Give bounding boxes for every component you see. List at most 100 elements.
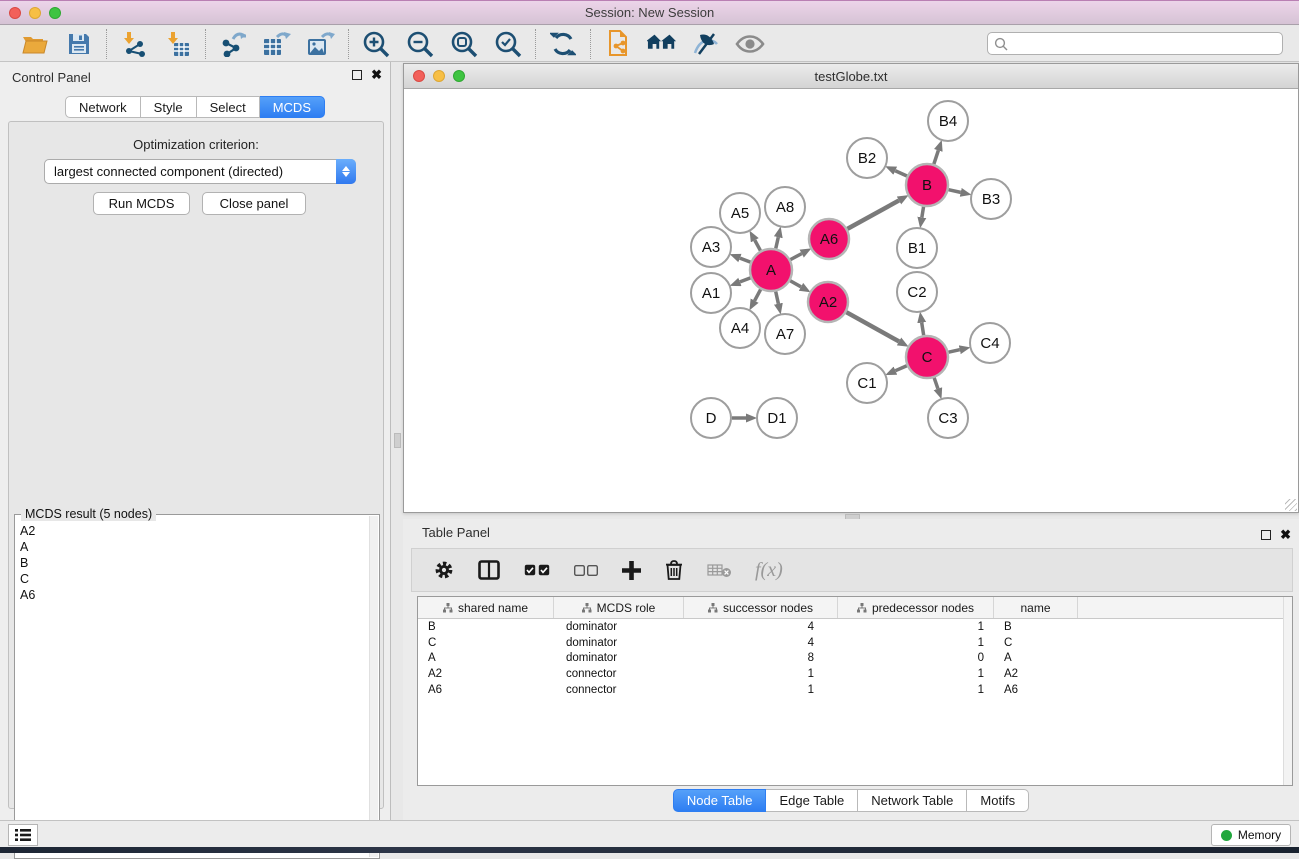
result-scrollbar[interactable] [369, 516, 378, 857]
tab-select[interactable]: Select [197, 96, 260, 118]
tab-edge-table[interactable]: Edge Table [766, 789, 858, 812]
show-icon[interactable] [735, 30, 765, 58]
table-cell[interactable]: C [418, 635, 554, 651]
import-table-icon[interactable] [163, 30, 193, 58]
refresh-icon[interactable] [548, 30, 578, 58]
edge-C-C1[interactable] [895, 366, 906, 371]
tab-node-table[interactable]: Node Table [673, 789, 767, 812]
edge-B-B1[interactable] [922, 207, 924, 218]
table-cell[interactable]: A6 [418, 682, 554, 698]
tab-style[interactable]: Style [141, 96, 197, 118]
checked-boxes-icon[interactable] [524, 564, 550, 576]
table-cell[interactable]: connector [554, 666, 684, 682]
column-header-predecessor-nodes[interactable]: predecessor nodes [838, 597, 994, 618]
network-canvas[interactable]: B4B2BB3B1C2A5A8A6A3AA1A2A4A7CC4C1C3DD1 [405, 89, 1297, 511]
table-cell[interactable]: 8 [684, 650, 838, 666]
table-cell[interactable]: 1 [838, 666, 994, 682]
table-row[interactable]: A2connector11A2 [418, 666, 1292, 682]
optimization-criterion-select[interactable]: largest connected component (directed) [44, 159, 356, 184]
add-column-icon[interactable] [622, 561, 641, 580]
zoom-in-icon[interactable] [361, 30, 391, 58]
table-cell[interactable]: A2 [994, 666, 1078, 682]
tab-motifs[interactable]: Motifs [967, 789, 1029, 812]
table-cell[interactable]: 4 [684, 635, 838, 651]
edge-A6-B[interactable] [847, 200, 899, 228]
result-item[interactable]: A [17, 539, 369, 555]
table-cell[interactable]: A2 [418, 666, 554, 682]
table-cell[interactable]: A [418, 650, 554, 666]
table-row[interactable]: Cdominator41C [418, 635, 1292, 651]
table-body[interactable]: Bdominator41BCdominator41CAdominator80AA… [418, 619, 1292, 697]
table-cell[interactable]: 1 [684, 682, 838, 698]
zoom-out-icon[interactable] [405, 30, 435, 58]
tab-network[interactable]: Network [65, 96, 141, 118]
gear-icon[interactable] [434, 560, 454, 580]
table-cell[interactable]: 1 [838, 619, 994, 635]
column-header-shared-name[interactable]: shared name [418, 597, 554, 618]
edge-A-A1[interactable] [740, 278, 751, 282]
table-row[interactable]: Adominator80A [418, 650, 1292, 666]
edge-B-B2[interactable] [895, 171, 907, 176]
task-history-button[interactable] [8, 824, 38, 846]
zoom-selected-icon[interactable] [493, 30, 523, 58]
float-table-panel-icon[interactable] [1261, 530, 1271, 540]
edge-B-B4[interactable] [934, 150, 938, 164]
table-cell[interactable]: dominator [554, 635, 684, 651]
table-row[interactable]: A6connector11A6 [418, 682, 1292, 698]
export-image-icon[interactable] [306, 30, 336, 58]
column-header-MCDS-role[interactable]: MCDS role [554, 597, 684, 618]
mcds-result-list[interactable]: A2ABCA6 [17, 523, 369, 856]
close-table-panel-icon[interactable]: ✖ [1280, 530, 1291, 540]
edge-A-A8[interactable] [776, 237, 779, 248]
edge-A-A7[interactable] [776, 291, 779, 303]
unchecked-boxes-icon[interactable] [574, 565, 598, 576]
network-document-icon[interactable] [603, 30, 633, 58]
edge-A-A4[interactable] [755, 289, 761, 300]
save-icon[interactable] [64, 30, 94, 58]
table-cell[interactable]: 1 [838, 682, 994, 698]
window-resize-grip[interactable] [1285, 499, 1297, 511]
export-table-icon[interactable] [262, 30, 292, 58]
edge-A-A5[interactable] [755, 240, 761, 250]
edge-C-C4[interactable] [948, 350, 959, 353]
edge-A-A2[interactable] [790, 281, 801, 287]
import-network-icon[interactable] [119, 30, 149, 58]
table-cell[interactable]: A6 [994, 682, 1078, 698]
close-panel-icon[interactable]: ✖ [371, 70, 382, 80]
table-cell[interactable]: 1 [838, 635, 994, 651]
delete-table-icon[interactable] [707, 563, 731, 578]
export-network-icon[interactable] [218, 30, 248, 58]
hide-icon[interactable] [691, 30, 721, 58]
table-cell[interactable]: A [994, 650, 1078, 666]
search-input[interactable] [987, 32, 1283, 55]
table-cell[interactable]: C [994, 635, 1078, 651]
vertical-splitter-handle[interactable] [394, 433, 401, 448]
close-panel-button[interactable]: Close panel [202, 192, 306, 215]
result-item[interactable]: C [17, 571, 369, 587]
network-window-titlebar[interactable]: testGlobe.txt [404, 64, 1298, 89]
table-cell[interactable]: connector [554, 682, 684, 698]
edge-A-A3[interactable] [740, 258, 751, 262]
table-cell[interactable]: B [418, 619, 554, 635]
result-item[interactable]: B [17, 555, 369, 571]
table-cell[interactable]: 1 [684, 666, 838, 682]
home-icon[interactable] [647, 30, 677, 58]
table-cell[interactable]: 4 [684, 619, 838, 635]
table-cell[interactable]: B [994, 619, 1078, 635]
function-builder-icon[interactable]: f(x) [755, 559, 783, 582]
edge-C-C2[interactable] [922, 323, 924, 336]
tab-mcds[interactable]: MCDS [260, 96, 325, 118]
column-header-successor-nodes[interactable]: successor nodes [684, 597, 838, 618]
delete-icon[interactable] [665, 560, 683, 580]
tab-network-table[interactable]: Network Table [858, 789, 967, 812]
edge-C-C3[interactable] [934, 378, 938, 389]
open-folder-icon[interactable] [20, 30, 50, 58]
run-mcds-button[interactable]: Run MCDS [93, 192, 190, 215]
table-row[interactable]: Bdominator41B [418, 619, 1292, 635]
result-item[interactable]: A6 [17, 587, 369, 603]
edge-A2-C[interactable] [846, 312, 899, 341]
float-panel-icon[interactable] [352, 70, 362, 80]
edge-A-A6[interactable] [790, 254, 801, 260]
column-header-name[interactable]: name [994, 597, 1078, 618]
table-cell[interactable]: dominator [554, 650, 684, 666]
